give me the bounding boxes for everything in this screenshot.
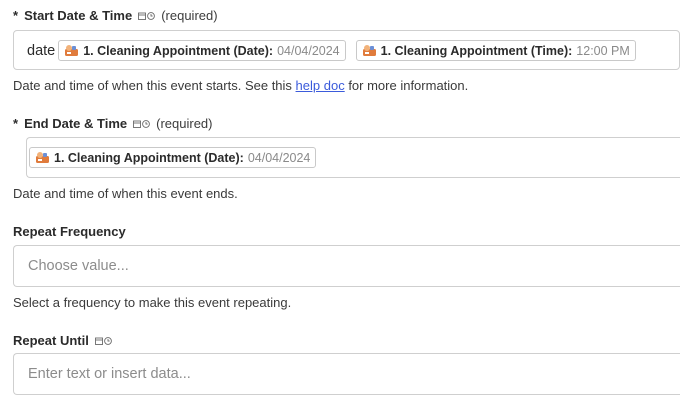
start-date-pill[interactable]: 1. Cleaning Appointment (Date): 04/04/20…	[58, 40, 346, 61]
end-date-pill[interactable]: 1. Cleaning Appointment (Date): 04/04/20…	[29, 147, 317, 168]
start-datetime-field[interactable]: date 1. Cleaning Appointment (Date): 04/…	[13, 30, 680, 70]
repeat-until-label-text: Repeat Until	[13, 333, 89, 348]
pill-value: 12:00 PM	[576, 43, 630, 58]
start-time-pill[interactable]: 1. Cleaning Appointment (Time): 12:00 PM	[355, 40, 636, 61]
help-doc-link[interactable]: help doc	[296, 78, 345, 93]
required-marker: *	[13, 8, 19, 23]
pill-value: 04/04/2024	[277, 43, 340, 58]
clock-icon	[142, 119, 150, 128]
pill-title: 1. Cleaning Appointment (Date):	[54, 150, 244, 165]
repeat-frequency-placeholder: Choose value...	[28, 258, 129, 274]
end-help-text: Date and time of when this event ends.	[13, 186, 238, 201]
pill-title: 1. Cleaning Appointment (Date):	[83, 43, 274, 58]
help-text-end: for more information.	[344, 78, 469, 93]
clock-icon	[103, 336, 112, 345]
end-datetime-label-text: End Date & Time	[24, 116, 128, 131]
form-page: * Start Date & Time (required) date 1. C…	[0, 0, 680, 397]
repeat-until-input[interactable]: Enter text or insert data...	[13, 353, 680, 395]
start-datetime-label-text: Start Date & Time	[24, 8, 133, 23]
datetime-type-icons	[138, 11, 156, 20]
repeat-frequency-label: Repeat Frequency	[13, 224, 126, 239]
required-text: (required)	[161, 8, 218, 23]
start-datetime-label: * Start Date & Time (required)	[13, 8, 218, 23]
calendar-icon	[94, 337, 103, 345]
cleaning-app-icon	[65, 45, 79, 56]
repeat-frequency-label-text: Repeat Frequency	[13, 224, 126, 239]
end-datetime-field[interactable]: 1. Cleaning Appointment (Date): 04/04/20…	[26, 137, 680, 178]
repeat-until-label: Repeat Until	[13, 333, 118, 348]
repeat-until-placeholder: Enter text or insert data...	[28, 366, 191, 382]
start-field-text: date	[27, 42, 56, 59]
start-help-text: Date and time of when this event starts.…	[13, 78, 468, 93]
calendar-icon	[133, 120, 142, 128]
datetime-type-icons	[133, 119, 150, 128]
cleaning-app-icon	[362, 45, 376, 56]
cleaning-app-icon	[36, 152, 49, 163]
end-datetime-label: * End Date & Time (required)	[13, 116, 212, 131]
clock-icon	[147, 11, 156, 20]
repeat-frequency-select[interactable]: Choose value...	[13, 245, 680, 287]
pill-title: 1. Cleaning Appointment (Time):	[380, 43, 573, 58]
required-text: (required)	[156, 116, 213, 131]
help-text-start: Date and time of when this event starts.…	[13, 78, 296, 93]
repeat-frequency-help-text: Select a frequency to make this event re…	[13, 295, 292, 310]
required-marker: *	[13, 116, 19, 131]
pill-value: 04/04/2024	[247, 150, 311, 165]
calendar-icon	[138, 12, 147, 20]
datetime-type-icons	[94, 336, 112, 345]
